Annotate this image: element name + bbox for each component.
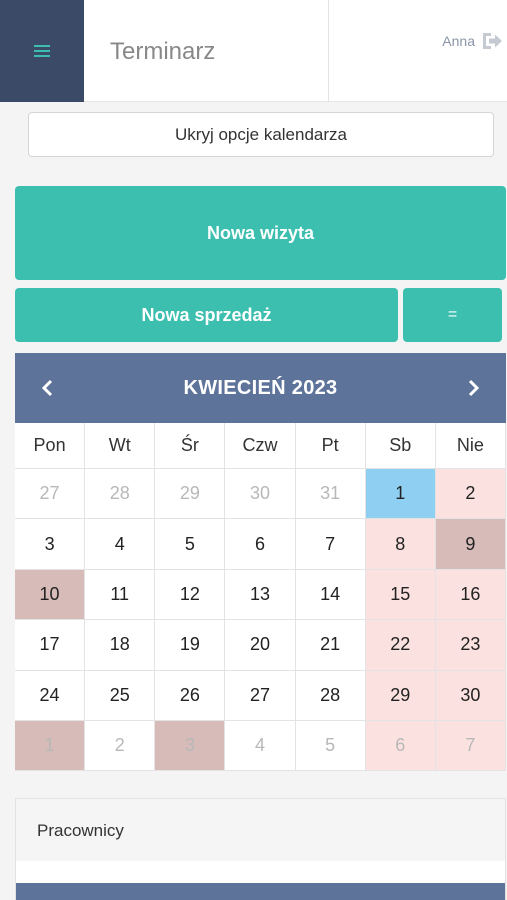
new-visit-button[interactable]: Nowa wizyta — [15, 186, 506, 280]
calendar-header: KWIECIEŃ 2023 — [15, 353, 506, 423]
prev-month-button[interactable] — [35, 373, 59, 403]
calendar-day[interactable]: 3 — [155, 720, 226, 772]
page-title: Terminarz — [110, 38, 216, 65]
new-sale-button[interactable]: Nowa sprzedaż — [15, 288, 398, 342]
calendar-day[interactable]: 22 — [365, 620, 436, 671]
calendar-day[interactable]: 2 — [85, 720, 156, 772]
calendar-day[interactable]: 5 — [155, 519, 226, 570]
calendar-month-title: KWIECIEŃ 2023 — [183, 376, 338, 399]
weekday-header: Pt — [295, 423, 366, 469]
calendar-day[interactable]: 28 — [85, 469, 156, 520]
calendar-day[interactable]: 2 — [435, 469, 506, 520]
calendar-day[interactable]: 7 — [435, 720, 506, 772]
calendar-day[interactable]: 19 — [155, 620, 226, 671]
weekday-header: Czw — [225, 423, 296, 469]
chevron-left-icon — [41, 379, 53, 397]
more-options-button[interactable]: = — [403, 288, 502, 342]
calendar-day[interactable]: 29 — [365, 670, 436, 721]
staff-list-header-bar — [16, 883, 505, 900]
calendar-day[interactable]: 4 — [225, 720, 296, 772]
calendar-day[interactable]: 5 — [295, 720, 366, 772]
weekday-header: Pon — [15, 423, 86, 469]
weekday-header: Nie — [435, 423, 506, 469]
calendar-day[interactable]: 30 — [435, 670, 506, 721]
calendar-day[interactable]: 10 — [15, 569, 86, 621]
calendar-day[interactable]: 27 — [15, 469, 86, 520]
calendar-day[interactable]: 13 — [225, 569, 296, 621]
calendar-day[interactable]: 28 — [295, 670, 366, 721]
calendar-day[interactable]: 23 — [435, 620, 506, 671]
header-divider — [328, 0, 329, 102]
staff-panel: Pracownicy — [15, 798, 506, 900]
calendar-day[interactable]: 8 — [365, 519, 436, 570]
calendar-day[interactable]: 14 — [295, 569, 366, 621]
chevron-right-icon — [468, 379, 480, 397]
calendar-day[interactable]: 6 — [365, 720, 436, 772]
calendar-day[interactable]: 9 — [435, 519, 506, 570]
calendar-day[interactable]: 27 — [225, 670, 296, 721]
calendar-day[interactable]: 29 — [155, 469, 226, 520]
user-name[interactable]: Anna — [442, 33, 475, 49]
calendar-day[interactable]: 17 — [15, 620, 86, 671]
calendar-day[interactable]: 20 — [225, 620, 296, 671]
calendar-grid: Pon Wt Śr Czw Pt Sb Nie 27 28 29 30 31 1 2 3 4 5 6 7 8 9 10 11… — [15, 423, 506, 772]
calendar-day[interactable]: 21 — [295, 620, 366, 671]
calendar-day[interactable]: 26 — [155, 670, 226, 721]
calendar-day[interactable]: 15 — [365, 569, 436, 621]
toggle-calendar-options-button[interactable]: Ukryj opcje kalendarza — [28, 112, 494, 157]
calendar-day[interactable]: 30 — [225, 469, 296, 520]
user-area[interactable]: Anna — [442, 30, 503, 52]
calendar-day[interactable]: 18 — [85, 620, 156, 671]
calendar-day[interactable]: 6 — [225, 519, 296, 570]
calendar-day[interactable]: 12 — [155, 569, 226, 621]
weekday-header: Śr — [155, 423, 226, 469]
calendar-day[interactable]: 16 — [435, 569, 506, 621]
calendar-day[interactable]: 7 — [295, 519, 366, 570]
calendar-day[interactable]: 3 — [15, 519, 86, 570]
calendar: KWIECIEŃ 2023 Pon Wt Śr Czw Pt Sb Nie 27 28 29 30 3… — [15, 353, 506, 772]
weekday-header: Sb — [365, 423, 436, 469]
top-bar: Terminarz Anna — [0, 0, 507, 102]
calendar-day[interactable]: 1 — [15, 720, 86, 772]
calendar-day[interactable]: 31 — [295, 469, 366, 520]
calendar-day[interactable]: 11 — [85, 569, 156, 621]
staff-list-area — [16, 861, 505, 883]
calendar-day[interactable]: 25 — [85, 670, 156, 721]
logout-icon[interactable] — [481, 30, 503, 52]
menu-button[interactable] — [0, 0, 84, 102]
next-month-button[interactable] — [462, 373, 486, 403]
calendar-day-today[interactable]: 1 — [365, 469, 436, 520]
weekday-header: Wt — [85, 423, 156, 469]
calendar-day[interactable]: 4 — [85, 519, 156, 570]
calendar-day[interactable]: 24 — [15, 670, 86, 721]
staff-panel-title: Pracownicy — [37, 821, 124, 840]
hamburger-icon — [34, 45, 50, 57]
